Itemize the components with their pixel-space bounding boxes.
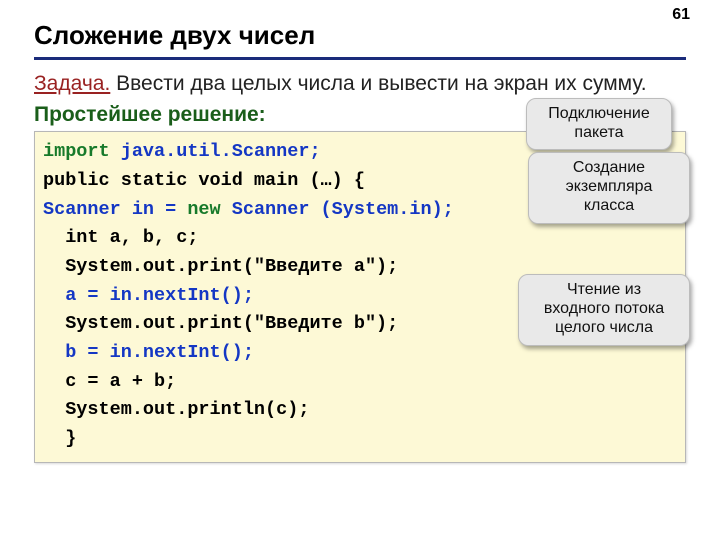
callout-line: входного потока	[531, 299, 677, 318]
code-keyword: import	[43, 141, 110, 162]
code-text: System.out.println(c);	[43, 396, 677, 425]
code-text: Scanner (System.in);	[221, 199, 454, 220]
callout-line: Подключение	[539, 104, 659, 123]
callout-instance: Создание экземпляра класса	[528, 152, 690, 224]
code-text: int a, b, c;	[43, 224, 677, 253]
callout-line: Чтение из	[531, 280, 677, 299]
callout-line: экземпляра	[541, 177, 677, 196]
code-keyword: new	[187, 199, 220, 220]
page-number: 61	[672, 6, 690, 24]
task-text: Ввести два целых числа и вывести на экра…	[110, 72, 646, 95]
callout-line: Создание	[541, 158, 677, 177]
task-label: Задача.	[34, 72, 110, 95]
callout-read: Чтение из входного потока целого числа	[518, 274, 690, 346]
callout-line: класса	[541, 196, 677, 215]
callout-line: пакета	[539, 123, 659, 142]
task-block: Задача. Ввести два целых числа и вывести…	[34, 70, 686, 97]
callout-import: Подключение пакета	[526, 98, 672, 150]
code-text: Scanner in =	[43, 199, 187, 220]
callout-line: целого числа	[531, 318, 677, 337]
code-text: }	[43, 425, 677, 454]
code-text: java.util.Scanner;	[110, 141, 321, 162]
slide-title: Сложение двух чисел	[34, 20, 686, 60]
code-text: c = a + b;	[43, 368, 677, 397]
